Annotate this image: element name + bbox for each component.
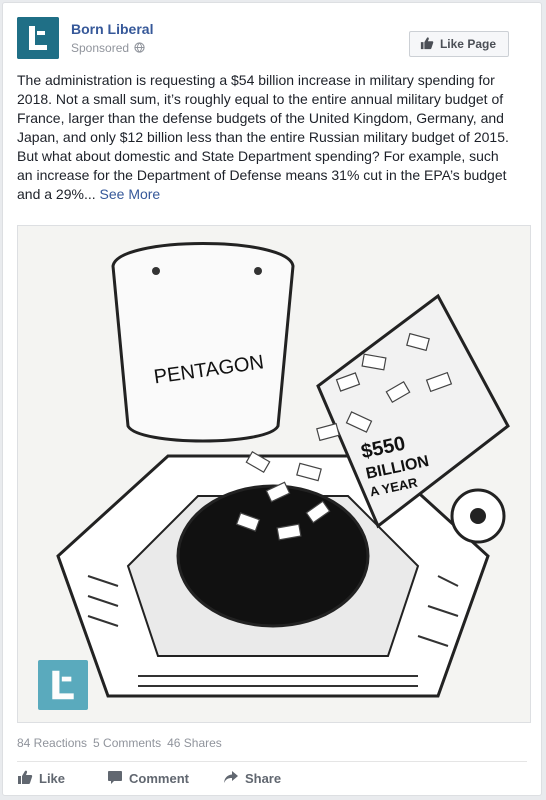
reactions-count[interactable]: 84 Reactions	[17, 736, 87, 750]
divider	[17, 761, 527, 762]
sponsored-label: Sponsored	[71, 41, 146, 56]
sponsored-text: Sponsored	[71, 41, 130, 55]
post-header: Born Liberal Sponsored Like Page	[17, 17, 527, 61]
comment-button[interactable]: Comment	[107, 767, 189, 789]
comments-count[interactable]: 5 Comments	[93, 736, 161, 750]
like-page-button[interactable]: Like Page	[408, 31, 509, 57]
post-text: The administration is requesting a $54 b…	[17, 71, 517, 204]
share-icon	[223, 769, 239, 788]
share-label: Share	[244, 770, 282, 786]
post-actions: Like Comment Share	[17, 767, 281, 789]
watermark-logo-icon	[38, 660, 88, 710]
page-name-link[interactable]: Born Liberal	[71, 21, 153, 37]
page-avatar[interactable]	[17, 17, 59, 59]
like-label: Like	[39, 770, 66, 786]
post-image-cartoon[interactable]: PENTAGON $550 BILLION A YEAR	[17, 225, 531, 723]
born-liberal-logo-icon	[17, 17, 59, 59]
comment-icon	[107, 769, 123, 788]
like-button[interactable]: Like	[17, 767, 65, 789]
share-button[interactable]: Share	[223, 767, 281, 789]
sponsored-post-card: Born Liberal Sponsored Like Page The adm…	[2, 2, 542, 796]
pentagon-cartoon-illustration: PENTAGON $550 BILLION A YEAR	[56, 242, 510, 698]
thumbs-up-icon	[17, 769, 33, 788]
like-page-label: Like Page	[439, 37, 496, 51]
globe-icon	[134, 42, 146, 56]
engagement-stats: 84 Reactions 5 Comments 46 Shares	[17, 736, 222, 750]
shares-count[interactable]: 46 Shares	[167, 736, 222, 750]
comment-label: Comment	[129, 770, 189, 786]
post-body-text: The administration is requesting a $54 b…	[17, 72, 509, 202]
see-more-link[interactable]: See More	[100, 186, 161, 202]
thumbs-up-icon	[420, 36, 434, 53]
